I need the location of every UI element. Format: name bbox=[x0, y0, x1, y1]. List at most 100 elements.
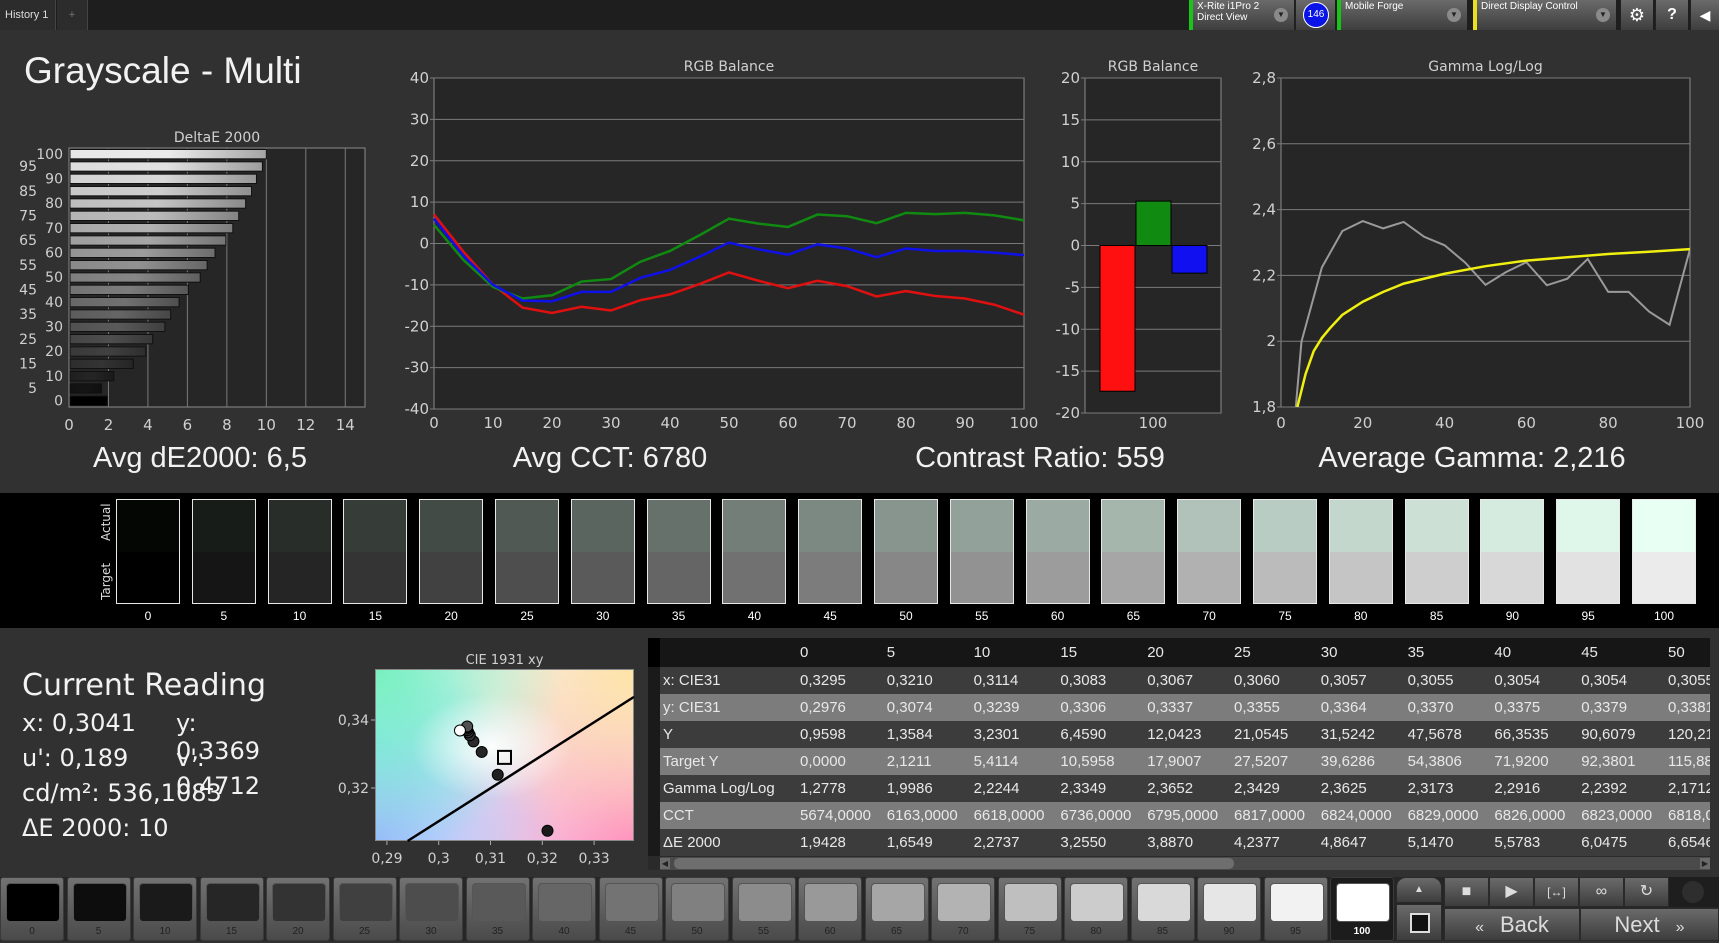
swatch-10 bbox=[267, 499, 332, 604]
measurement-table: 0 5 10 15 20 25 30 35 40 45 50 x: CIE31 0,3295 0,3210… bbox=[648, 638, 1710, 870]
stop-button[interactable]: ■ bbox=[1444, 877, 1489, 907]
swatch-actual bbox=[496, 500, 558, 552]
table-cell: 6,4590 bbox=[1060, 726, 1107, 743]
patch-tile-30[interactable]: 30 bbox=[399, 877, 463, 941]
rgb-line-y-tick-label: 40 bbox=[410, 69, 429, 87]
swatch-25 bbox=[495, 499, 559, 604]
play-button[interactable]: ▶ bbox=[1489, 877, 1534, 907]
deltae-x-tick-label: 0 bbox=[64, 416, 74, 434]
meter-dropdown[interactable]: X-Rite i1Pro 2 Direct View ▼ bbox=[1189, 0, 1294, 30]
deltae-x-tick-label: 12 bbox=[296, 416, 315, 434]
table-cell: 0,3055 bbox=[1668, 672, 1710, 689]
patch-color bbox=[937, 883, 991, 922]
reading-u: u': 0,189 bbox=[22, 744, 129, 772]
table-cell: 27,5207 bbox=[1234, 753, 1289, 770]
scroll-left-arrow-icon[interactable]: ◀ bbox=[660, 858, 670, 869]
patch-tile-50[interactable]: 50 bbox=[665, 877, 729, 941]
rgb-line-x-tick-label: 20 bbox=[542, 414, 561, 432]
table-cell: 5,1470 bbox=[1407, 834, 1454, 851]
avg-cct-stat: Avg CCT: 6780 bbox=[512, 442, 708, 474]
patch-tile-90[interactable]: 90 bbox=[1197, 877, 1261, 941]
patch-label: 0 bbox=[29, 926, 35, 937]
table-cell: 120,21 bbox=[1668, 726, 1710, 743]
display-dropdown[interactable]: Mobile Forge ▼ bbox=[1337, 0, 1467, 30]
patch-selector-bar: 0 5 10 15 20 25 30 35 40 45 50 55 60 65 70 75 80 85 90 95 10… bbox=[0, 877, 1719, 941]
patch-tile-65[interactable]: 65 bbox=[864, 877, 929, 941]
swatch-label: 25 bbox=[520, 609, 534, 623]
table-cell: 2,1712 bbox=[1668, 780, 1710, 797]
fit-button[interactable]: [↔] bbox=[1534, 877, 1579, 907]
patch-tile-5[interactable]: 5 bbox=[66, 877, 131, 941]
next-button[interactable]: Next » bbox=[1580, 908, 1719, 941]
patch-tile-25[interactable]: 25 bbox=[332, 877, 397, 941]
patch-tile-40[interactable]: 40 bbox=[532, 877, 596, 941]
status-area bbox=[1669, 877, 1719, 907]
scroll-up-button[interactable]: ▲ bbox=[1396, 877, 1442, 903]
swatch-target bbox=[1557, 551, 1620, 603]
swatch-target bbox=[344, 551, 407, 603]
help-button[interactable]: ? bbox=[1655, 0, 1688, 30]
patch-label: 70 bbox=[957, 926, 969, 937]
patch-label: 95 bbox=[1289, 926, 1302, 937]
gamma-y-tick-label: 2,6 bbox=[1252, 135, 1276, 153]
reading-count-button[interactable]: 146 bbox=[1295, 0, 1335, 30]
deltae-bar-50 bbox=[69, 272, 201, 283]
table-cell: 0,9598 bbox=[800, 726, 846, 743]
deltae-bar-25 bbox=[69, 334, 154, 345]
patch-tile-75[interactable]: 75 bbox=[997, 877, 1062, 941]
refresh-button[interactable]: ↻ bbox=[1624, 877, 1669, 907]
rgb-bar-blue bbox=[1171, 245, 1208, 274]
deltae-bar-60 bbox=[69, 247, 216, 259]
back-button[interactable]: « Back bbox=[1444, 908, 1580, 941]
tab-history-1[interactable]: History 1 bbox=[0, 0, 56, 30]
swatch-target bbox=[1405, 551, 1468, 603]
table-cell: 2,3429 bbox=[1234, 780, 1280, 797]
swatch-target bbox=[647, 551, 710, 603]
swatch-target bbox=[1329, 551, 1392, 603]
rgb-line-series-green bbox=[433, 211, 1025, 300]
swatch-target bbox=[268, 551, 331, 603]
patch-tile-0[interactable]: 0 bbox=[0, 877, 64, 941]
add-tab-button[interactable]: + bbox=[57, 0, 88, 30]
patch-tile-15[interactable]: 15 bbox=[199, 877, 264, 941]
patch-tile-60[interactable]: 60 bbox=[798, 877, 862, 941]
patch-label: 50 bbox=[691, 926, 703, 937]
table-cell: 0,3074 bbox=[886, 699, 933, 716]
table-cell: 71,9200 bbox=[1494, 753, 1549, 770]
patch-tile-80[interactable]: 80 bbox=[1064, 877, 1128, 941]
table-cell: 1,9986 bbox=[886, 780, 933, 797]
patch-tile-35[interactable]: 35 bbox=[465, 877, 530, 941]
patch-tile-45[interactable]: 45 bbox=[598, 877, 663, 941]
table-cell: 6823,0000 bbox=[1581, 807, 1653, 824]
pattern-generator-dropdown[interactable]: Direct Display Control ▼ bbox=[1473, 0, 1616, 30]
scrollbar-thumb[interactable] bbox=[674, 858, 1234, 869]
loop-button[interactable]: ∞ bbox=[1579, 877, 1624, 907]
table-cell: 2,2392 bbox=[1581, 780, 1628, 797]
patch-tile-10[interactable]: 10 bbox=[133, 877, 197, 941]
table-cell: 17,9007 bbox=[1147, 753, 1202, 770]
collapse-button[interactable]: ◀ bbox=[1690, 0, 1719, 30]
swatch-label: 85 bbox=[1429, 609, 1444, 623]
patch-tile-95[interactable]: 95 bbox=[1263, 877, 1328, 941]
patch-tile-55[interactable]: 55 bbox=[731, 877, 796, 941]
swatch-target bbox=[1178, 551, 1241, 603]
patch-tile-70[interactable]: 70 bbox=[931, 877, 995, 941]
table-row: CCT 5674,0000 6163,0000 6618,0000 6736,0000 6… bbox=[648, 802, 1710, 829]
patch-label: 5 bbox=[95, 926, 102, 937]
actual-label: Actual bbox=[99, 503, 113, 541]
swatch-target bbox=[950, 551, 1013, 603]
deltae-y-tick-label: 100 bbox=[36, 147, 63, 163]
table-cell: 6826,0000 bbox=[1494, 807, 1566, 824]
table-cell: 6818,0 bbox=[1668, 807, 1710, 824]
settings-button[interactable]: ⚙ bbox=[1620, 0, 1653, 30]
patch-tile-85[interactable]: 85 bbox=[1130, 877, 1195, 941]
table-horizontal-scrollbar[interactable]: ◀ ▶ bbox=[660, 857, 1710, 870]
deltae-bar-45 bbox=[69, 284, 189, 295]
patch-tile-20[interactable]: 20 bbox=[266, 877, 330, 941]
row-label: x: CIE31 bbox=[663, 672, 721, 689]
patch-tile-100[interactable]: 100 bbox=[1330, 877, 1394, 941]
swatch-85 bbox=[1404, 499, 1469, 604]
deltae-y-tick-label: 60 bbox=[45, 246, 63, 262]
stop-measure-button[interactable] bbox=[1396, 904, 1442, 941]
scroll-right-arrow-icon[interactable]: ▶ bbox=[1700, 858, 1710, 869]
